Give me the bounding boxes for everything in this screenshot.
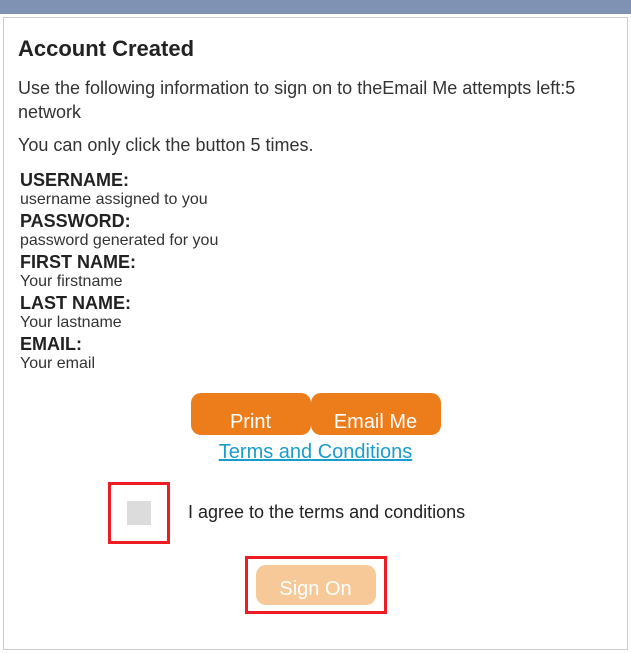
top-bar: [0, 0, 631, 14]
account-created-panel: Account Created Use the following inform…: [3, 17, 628, 650]
firstname-field: FIRST NAME: Your firstname: [18, 252, 613, 291]
page-title: Account Created: [18, 36, 613, 62]
email-me-button[interactable]: Email Me: [311, 393, 441, 435]
firstname-value: Your firstname: [20, 273, 613, 291]
password-value: password generated for you: [20, 232, 613, 250]
intro-prefix: Use the following information to sign on…: [18, 78, 382, 98]
print-button[interactable]: Print: [191, 393, 311, 435]
checkbox-highlight: [108, 482, 170, 544]
sign-on-button[interactable]: Sign On: [256, 565, 376, 605]
agree-text: I agree to the terms and conditions: [188, 502, 465, 523]
agree-checkbox[interactable]: [127, 501, 151, 525]
signon-row: Sign On: [18, 556, 613, 614]
subintro-text: You can only click the button 5 times.: [18, 135, 613, 156]
action-buttons-row: PrintEmail Me: [18, 393, 613, 435]
intro-button-ref: Email Me: [382, 78, 457, 98]
password-label: PASSWORD:: [20, 211, 613, 232]
email-value: Your email: [20, 355, 613, 373]
intro-text: Use the following information to sign on…: [18, 76, 613, 125]
firstname-label: FIRST NAME:: [20, 252, 613, 273]
intro-suffix: network: [18, 102, 81, 122]
email-label: EMAIL:: [20, 334, 613, 355]
terms-link-row: Terms and Conditions: [18, 441, 613, 464]
lastname-field: LAST NAME: Your lastname: [18, 293, 613, 332]
username-label: USERNAME:: [20, 170, 613, 191]
signon-highlight: Sign On: [245, 556, 387, 614]
lastname-label: LAST NAME:: [20, 293, 613, 314]
password-field: PASSWORD: password generated for you: [18, 211, 613, 250]
username-value: username assigned to you: [20, 191, 613, 209]
agree-row: I agree to the terms and conditions: [18, 482, 613, 544]
intro-attempts: attempts left:5: [457, 78, 575, 98]
lastname-value: Your lastname: [20, 314, 613, 332]
terms-and-conditions-link[interactable]: Terms and Conditions: [219, 441, 412, 463]
email-field: EMAIL: Your email: [18, 334, 613, 373]
username-field: USERNAME: username assigned to you: [18, 170, 613, 209]
